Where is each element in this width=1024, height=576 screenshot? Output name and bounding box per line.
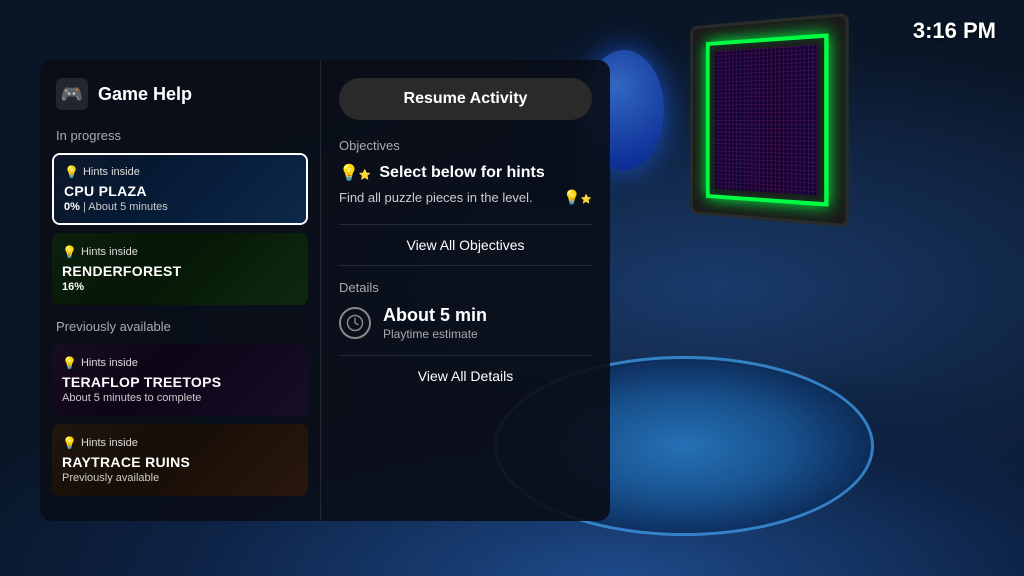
activity-card-raytrace[interactable]: 💡 Hints inside RAYTRACE RUINS Previously… xyxy=(52,424,308,496)
playtime-info: About 5 min Playtime estimate xyxy=(383,305,487,341)
card-subtitle-cpu: 0% | About 5 minutes xyxy=(64,201,296,213)
hints-icon: 💡 xyxy=(64,165,79,179)
activity-card-teraflop[interactable]: 💡 Hints inside TERAFLOP TREETOPS About 5… xyxy=(52,344,308,416)
playtime-amount: About 5 min xyxy=(383,305,487,327)
hints-icon: 💡 xyxy=(62,245,77,259)
clock-icon xyxy=(339,307,371,339)
card-content: 💡 Hints inside RAYTRACE RUINS Previously… xyxy=(52,424,308,496)
hints-double-icon: 💡⭐ xyxy=(339,163,371,183)
details-row: About 5 min Playtime estimate xyxy=(339,305,592,341)
card-title-teraflop: TERAFLOP TREETOPS xyxy=(62,374,298,390)
hints-label: Hints inside xyxy=(81,357,138,369)
hints-tag: 💡 Hints inside xyxy=(62,436,298,450)
select-hints-row: 💡⭐ Select below for hints xyxy=(339,163,592,183)
objectives-section-label: Objectives xyxy=(339,138,592,153)
game-help-header: 🎮 Game Help xyxy=(52,78,308,110)
hints-tag: 💡 Hints inside xyxy=(62,356,298,370)
sidebar: 🎮 Game Help In progress 💡 Hints inside C… xyxy=(40,60,320,521)
activity-card-cpu-plaza[interactable]: 💡 Hints inside CPU PLAZA 0% | About 5 mi… xyxy=(52,153,308,225)
card-content: 💡 Hints inside CPU PLAZA 0% | About 5 mi… xyxy=(54,155,306,223)
controller-icon: 🎮 xyxy=(61,84,83,105)
time-value: About 5 minutes xyxy=(88,201,168,213)
game-help-icon: 🎮 xyxy=(56,78,88,110)
activity-card-renderforest[interactable]: 💡 Hints inside RENDERFOREST 16% xyxy=(52,233,308,305)
previously-available-label: Previously available xyxy=(56,319,308,334)
objective-description: Find all puzzle pieces in the level. 💡⭐ xyxy=(339,189,592,206)
main-panel: 🎮 Game Help In progress 💡 Hints inside C… xyxy=(40,60,610,521)
view-all-details-button[interactable]: View All Details xyxy=(339,355,592,396)
progress-value: 0% xyxy=(64,201,80,213)
select-hints-text: Select below for hints xyxy=(379,164,544,182)
card-content: 💡 Hints inside TERAFLOP TREETOPS About 5… xyxy=(52,344,308,416)
in-progress-label: In progress xyxy=(52,128,308,143)
game-help-title: Game Help xyxy=(98,84,192,105)
hint-star-icon: 💡⭐ xyxy=(563,189,592,206)
card-title-renderforest: RENDERFOREST xyxy=(62,263,298,279)
content-area: Resume Activity Objectives 💡⭐ Select bel… xyxy=(320,60,610,521)
playtime-label: Playtime estimate xyxy=(383,327,487,341)
card-subtitle-renderforest: 16% xyxy=(62,281,298,293)
card-title-cpu: CPU PLAZA xyxy=(64,183,296,199)
hints-tag: 💡 Hints inside xyxy=(64,165,296,179)
card-content: 💡 Hints inside RENDERFOREST 16% xyxy=(52,233,308,305)
resume-activity-button[interactable]: Resume Activity xyxy=(339,78,592,120)
hints-label: Hints inside xyxy=(81,437,138,449)
view-all-objectives-button[interactable]: View All Objectives xyxy=(339,224,592,266)
objective-desc-text: Find all puzzle pieces in the level. xyxy=(339,190,533,205)
hints-icon: 💡 xyxy=(62,356,77,370)
hints-icon: 💡 xyxy=(62,436,77,450)
progress-value: 16% xyxy=(62,281,84,293)
bg-cpu-inner xyxy=(715,45,818,196)
card-subtitle-raytrace: Previously available xyxy=(62,472,298,484)
bg-cpu-board xyxy=(690,13,848,228)
time-display: 3:16 PM xyxy=(913,18,996,44)
hints-tag: 💡 Hints inside xyxy=(62,245,298,259)
hints-label: Hints inside xyxy=(81,246,138,258)
details-section-label: Details xyxy=(339,280,592,295)
hints-label: Hints inside xyxy=(83,166,140,178)
card-subtitle-teraflop: About 5 minutes to complete xyxy=(62,392,298,404)
card-title-raytrace: RAYTRACE RUINS xyxy=(62,454,298,470)
